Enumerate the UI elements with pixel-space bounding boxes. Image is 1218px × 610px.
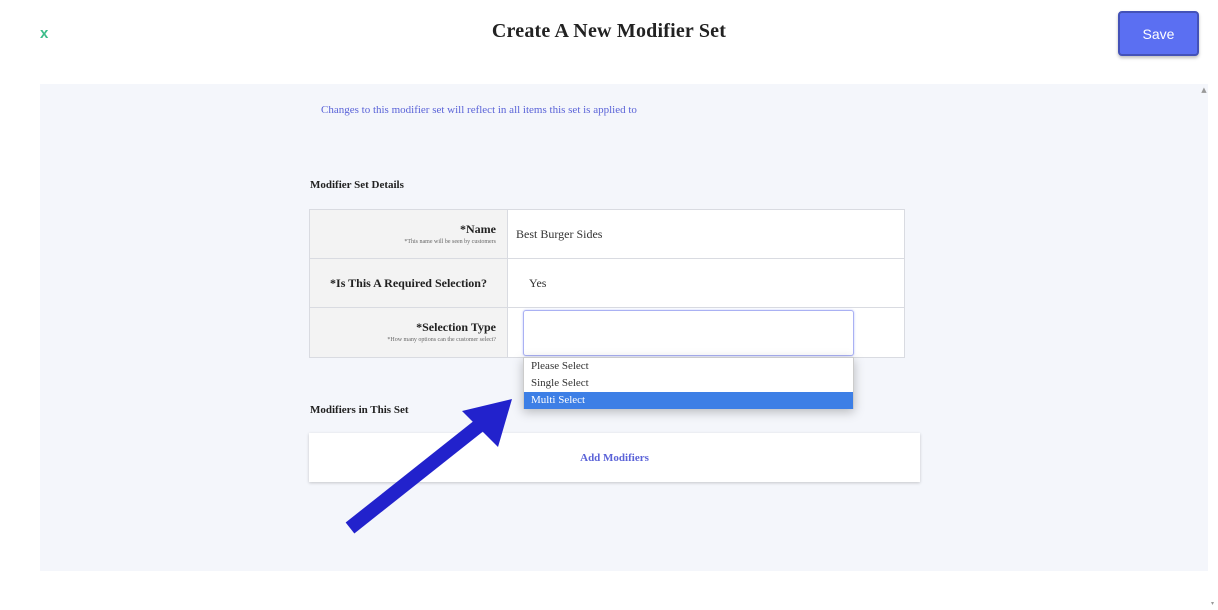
save-button[interactable]: Save <box>1118 11 1199 56</box>
selection-type-dropdown: Please Select Single Select Multi Select <box>523 357 854 409</box>
name-label-cell: *Name *This name will be seen by custome… <box>310 210 508 258</box>
scroll-down-icon[interactable]: ▾ <box>1211 601 1217 607</box>
name-label: *Name <box>460 222 496 236</box>
details-section-title: Modifier Set Details <box>310 179 404 191</box>
notice-text: Changes to this modifier set will reflec… <box>321 104 637 116</box>
required-row: *Is This A Required Selection? Yes <box>310 259 904 308</box>
selection-label-cell: *Selection Type *How many options can th… <box>310 308 508 357</box>
option-single-select[interactable]: Single Select <box>524 375 853 392</box>
add-modifiers-label: Add Modifiers <box>580 451 649 464</box>
required-label-cell: *Is This A Required Selection? <box>310 259 508 307</box>
selection-type-select[interactable] <box>523 310 854 356</box>
selection-label: *Selection Type <box>416 320 496 334</box>
name-value: Best Burger Sides <box>516 227 603 241</box>
name-input[interactable]: Best Burger Sides <box>508 210 904 258</box>
required-select[interactable]: Yes <box>508 259 904 307</box>
page-title: Create A New Modifier Set <box>491 20 727 42</box>
name-hint: *This name will be seen by customers <box>404 239 496 245</box>
option-multi-select[interactable]: Multi Select <box>524 392 853 409</box>
pointer-arrow-icon <box>345 399 512 534</box>
required-value: Yes <box>529 276 547 290</box>
option-please-select[interactable]: Please Select <box>524 358 853 375</box>
name-row: *Name *This name will be seen by custome… <box>310 210 904 259</box>
scroll-up-icon[interactable]: ▲ <box>1200 86 1208 94</box>
required-label: *Is This A Required Selection? <box>330 276 487 290</box>
selection-hint: *How many options can the customer selec… <box>387 337 496 343</box>
